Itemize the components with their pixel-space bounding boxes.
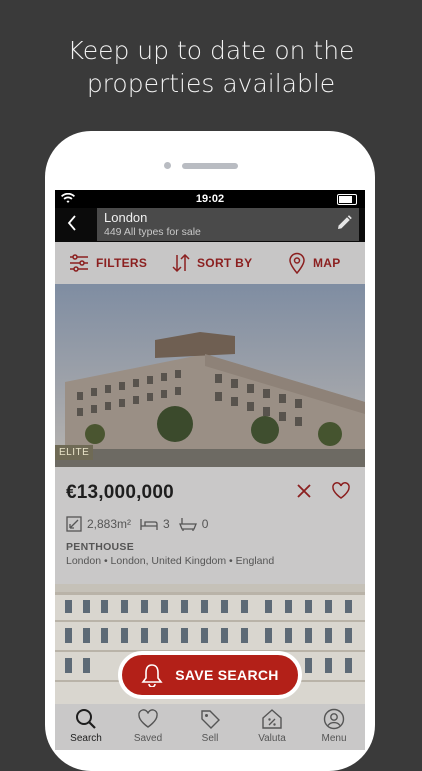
filter-toolbar: FILTERS SORT BY MAP [55, 242, 365, 284]
bath-icon [178, 518, 197, 531]
tab-sell-label: Sell [201, 733, 219, 744]
tab-saved-label: Saved [133, 733, 163, 744]
area-spec: 2,883m² [66, 516, 131, 532]
bedrooms-value: 3 [163, 517, 170, 531]
chevron-left-icon [67, 215, 76, 231]
phone-camera [164, 162, 171, 169]
app-screen: 19:02 London 449 All types for sale FILT… [55, 190, 365, 750]
status-bar: 19:02 [55, 190, 365, 208]
search-result-count: 449 All types for sale [104, 226, 201, 238]
bathrooms-spec: 0 [178, 517, 209, 531]
listing-price: €13,000,000 [66, 482, 174, 503]
battery-icon [337, 194, 357, 205]
back-button[interactable] [66, 214, 86, 236]
filters-button[interactable]: FILTERS [69, 252, 147, 274]
sliders-icon [70, 254, 88, 272]
sort-arrows-icon [172, 253, 190, 273]
tab-menu-label: Menu [321, 733, 347, 744]
search-field[interactable]: London 449 All types for sale [97, 208, 359, 241]
bell-icon [141, 664, 163, 687]
tab-search[interactable]: Search [55, 704, 117, 750]
bathrooms-value: 0 [201, 517, 209, 531]
area-icon [66, 516, 82, 532]
bed-icon [140, 519, 158, 530]
elite-badge: ELITE [55, 445, 94, 460]
tab-sell[interactable]: Sell [179, 704, 241, 750]
tab-valuta-label: Valuta [258, 733, 286, 744]
listing-card[interactable]: €13,000,000 2,883m² 3 0 PENTHOUSE London… [55, 467, 365, 584]
pencil-icon[interactable] [335, 214, 353, 232]
tab-valuta[interactable]: Valuta [241, 704, 303, 750]
close-icon [297, 484, 311, 498]
save-search-button[interactable]: SAVE SEARCH [118, 651, 302, 699]
promo-headline-line1: Keep up to date on the [67, 36, 355, 65]
map-label: MAP [313, 256, 341, 270]
heart-icon [332, 482, 350, 499]
tab-menu[interactable]: Menu [303, 704, 365, 750]
status-time: 19:02 [195, 193, 225, 205]
promo-headline-line2: properties available [86, 69, 336, 98]
save-listing-button[interactable] [331, 481, 351, 501]
save-search-label: SAVE SEARCH [175, 667, 279, 683]
percent-house-icon [262, 709, 282, 729]
search-icon [76, 709, 96, 729]
search-bar: London 449 All types for sale [55, 208, 365, 242]
heart-icon [138, 709, 158, 728]
map-pin-icon [289, 252, 305, 274]
listing-photo[interactable]: ELITE [55, 284, 365, 467]
tab-bar: Search Saved Sell Valuta Menu [55, 704, 365, 750]
area-value: 2,883m² [87, 517, 132, 531]
promo-headline: Keep up to date on the properties availa… [0, 34, 422, 100]
listing-specs: 2,883m² 3 0 [66, 516, 217, 532]
bedrooms-spec: 3 [140, 517, 170, 531]
tag-icon [201, 710, 220, 729]
filters-label: FILTERS [96, 256, 148, 270]
map-button[interactable]: MAP [288, 252, 341, 274]
tab-search-label: Search [70, 733, 102, 744]
search-location: London [104, 210, 148, 225]
property-type: PENTHOUSE [66, 541, 135, 553]
sort-label: SORT BY [197, 256, 253, 270]
sort-button[interactable]: SORT BY [172, 252, 252, 274]
user-icon [323, 708, 345, 730]
phone-speaker [182, 163, 238, 169]
tab-saved[interactable]: Saved [117, 704, 179, 750]
property-location: London • London, United Kingdom • Englan… [66, 555, 275, 567]
dismiss-button[interactable] [295, 482, 313, 500]
